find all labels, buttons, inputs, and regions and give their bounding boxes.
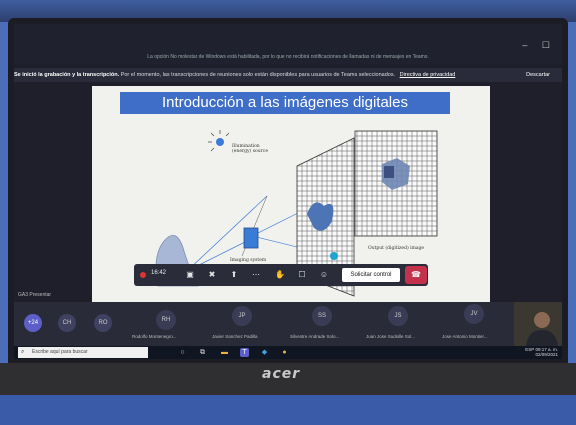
- search-placeholder: Escribe aquí para buscar: [32, 349, 88, 355]
- meeting-timer: 16:42: [151, 270, 167, 276]
- banner-text: Por el momento, las transcripciones de r…: [120, 72, 396, 78]
- participant-name: Juan Jose Sudsille Sol...: [366, 334, 416, 339]
- mic-muted-icon[interactable]: ✖: [206, 269, 218, 281]
- store-icon[interactable]: ◆: [260, 348, 269, 357]
- chat-icon[interactable]: ☐: [296, 269, 308, 281]
- participant-avatar[interactable]: JV: [464, 304, 484, 324]
- window-controls[interactable]: – ☐: [522, 40, 556, 51]
- taskbar-search-box[interactable]: ⌕ Escribe aquí para buscar: [18, 347, 148, 358]
- imaging-system: [243, 227, 259, 249]
- clock-date[interactable]: 02/09/2021: [535, 352, 558, 357]
- shared-slide: Introducción a las imágenes digitales Il…: [92, 86, 490, 311]
- chrome-icon[interactable]: ●: [280, 348, 289, 357]
- raise-hand-icon[interactable]: ✋: [274, 269, 286, 281]
- participant-avatar[interactable]: RO: [94, 314, 112, 332]
- participant-name: Rodolfo Montenegro...: [132, 334, 177, 339]
- participant-avatar[interactable]: JS: [388, 306, 408, 326]
- teams-app-icon[interactable]: T: [240, 348, 249, 357]
- file-explorer-icon[interactable]: ▬: [220, 348, 229, 357]
- dnd-notice: La opción No molestar de Windows está ha…: [147, 54, 429, 60]
- hang-up-button[interactable]: ☎: [405, 266, 427, 284]
- windows-taskbar: ⌕ Escribe aquí para buscar ○ ⧉ ▬ T ◆ ● E…: [14, 346, 562, 359]
- participant-name: Javier Sanchez Padilla: [212, 334, 258, 339]
- output-image-label: Output (digitized) image: [368, 246, 425, 251]
- participant-avatar[interactable]: RH: [156, 310, 176, 330]
- recording-indicator-icon: [140, 272, 146, 278]
- more-options-icon[interactable]: ⋯: [250, 269, 262, 281]
- presenter-label: GA3 Presentar: [18, 292, 52, 298]
- participant-avatar[interactable]: JP: [232, 306, 252, 326]
- overflow-participants-badge[interactable]: +24: [24, 314, 42, 332]
- recording-status: Se inició la grabación y la transcripció…: [14, 72, 120, 78]
- self-video-tile[interactable]: [514, 302, 562, 346]
- cortana-icon[interactable]: ○: [178, 348, 187, 357]
- participants-icon[interactable]: ☺: [318, 269, 330, 281]
- recording-banner: Se inició la grabación y la transcripció…: [14, 68, 562, 82]
- search-icon: ⌕: [21, 349, 25, 355]
- imaging-system-label: Imaging system: [230, 258, 267, 263]
- participant-avatar[interactable]: CH: [58, 314, 76, 332]
- sun-icon: [208, 130, 230, 152]
- teams-window: – ☐ La opción No molestar de Windows est…: [14, 24, 562, 359]
- task-view-icon[interactable]: ⧉: [198, 348, 207, 357]
- meeting-controls: 16:42 ▣ ✖ ⬆ ⋯ ✋ ☐ ☺ Solicitar control ☎: [134, 264, 428, 286]
- system-tray: ESP 09:17 a. m. 02/09/2021: [525, 347, 558, 357]
- person-video: [514, 302, 562, 346]
- participant-name: Silvestre Andrade Solo...: [290, 334, 340, 339]
- share-screen-icon[interactable]: ⬆: [228, 269, 240, 281]
- privacy-link[interactable]: Directiva de privacidad: [400, 72, 456, 78]
- participants-strip: +24 CH RO RH Rodolfo Montenegro... JP Ja…: [14, 302, 562, 346]
- language-indicator[interactable]: ESP: [525, 347, 534, 352]
- participant-name: Jose Antonio Montier...: [442, 334, 488, 339]
- illumination-label: Illumination (energy) source: [232, 144, 268, 154]
- dismiss-button[interactable]: Descartar: [526, 68, 550, 82]
- request-control-button[interactable]: Solicitar control: [342, 268, 400, 282]
- camera-icon[interactable]: ▣: [184, 269, 196, 281]
- acer-logo: acer: [262, 366, 301, 382]
- participant-avatar[interactable]: SS: [312, 306, 332, 326]
- desk-surface: [0, 395, 576, 425]
